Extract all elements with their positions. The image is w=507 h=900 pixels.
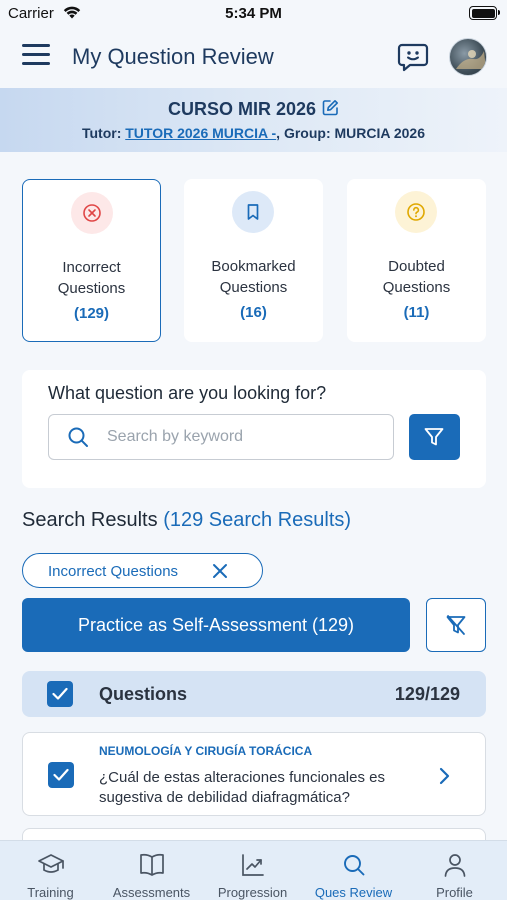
question-circle-icon (395, 191, 437, 233)
search-input[interactable] (107, 425, 377, 449)
tab-training[interactable]: Training (0, 841, 101, 900)
question-checkbox[interactable] (48, 762, 74, 788)
search-icon (67, 426, 89, 453)
questions-header: Questions 129/129 (22, 671, 486, 717)
filter-icon (424, 428, 444, 446)
incorrect-questions-card[interactable]: Incorrect Questions (129) (22, 179, 161, 342)
course-meta: Tutor: TUTOR 2026 MURCIA -, Group: MURCI… (0, 125, 507, 141)
tab-bar: Training Assessments Progression Ques Re… (0, 840, 507, 900)
course-name: CURSO MIR 2026 (167, 99, 317, 119)
tutor-link[interactable]: TUTOR 2026 MURCIA - (125, 125, 276, 141)
chart-icon (242, 854, 264, 876)
x-circle-icon (71, 192, 113, 234)
close-icon[interactable] (211, 562, 229, 585)
course-banner: CURSO MIR 2026 Tutor: TUTOR 2026 MURCIA … (0, 88, 507, 152)
practice-self-assessment-button[interactable]: Practice as Self-Assessment (129) (22, 598, 410, 652)
check-icon (53, 768, 69, 781)
user-icon (444, 854, 466, 877)
stat-label: Doubted Questions (382, 258, 451, 296)
question-text: ¿Cuál de estas alteraciones funcionales … (99, 769, 385, 806)
questions-label: Questions (99, 684, 188, 704)
select-all-checkbox[interactable] (47, 681, 73, 707)
tab-label: Progression (217, 885, 288, 900)
results-heading: Search Results (129 Search Results) (22, 509, 351, 532)
book-icon (140, 853, 164, 876)
search-icon (344, 855, 365, 876)
filter-off-icon (446, 615, 466, 635)
doubted-questions-card[interactable]: Doubted Questions (11) (347, 179, 486, 342)
bookmark-icon (232, 191, 274, 233)
page-title: My Question Review (72, 44, 274, 69)
status-bar: Carrier 5:34 PM (0, 0, 507, 30)
search-heading: What question are you looking for? (48, 383, 327, 403)
tab-ques-review[interactable]: Ques Review (303, 841, 404, 900)
tab-label: Training (27, 885, 74, 900)
active-filter-chip[interactable]: Incorrect Questions (22, 553, 263, 588)
tab-progression[interactable]: Progression (202, 841, 303, 900)
tutor-label: Tutor: (81, 125, 122, 141)
chevron-right-icon[interactable] (438, 766, 452, 791)
check-icon (52, 687, 68, 700)
stat-count: (129) (73, 305, 110, 322)
stat-count: (16) (240, 304, 267, 321)
questions-count: 129/129 (394, 684, 460, 704)
avatar[interactable] (449, 38, 487, 76)
results-count: (129 Search Results) (163, 509, 352, 531)
filter-button[interactable] (409, 414, 460, 460)
stat-label: Incorrect Questions (57, 259, 126, 297)
search-box[interactable] (48, 414, 394, 460)
group-name: MURCIA 2026 (334, 125, 426, 141)
tab-assessments[interactable]: Assessments (101, 841, 202, 900)
chip-label: Incorrect Questions (48, 563, 179, 580)
course-title: CURSO MIR 2026 (0, 99, 507, 121)
question-item[interactable]: NEUMOLOGÍA Y CIRUGÍA TORÁCICA ¿Cuál de e… (22, 732, 486, 816)
question-category: NEUMOLOGÍA Y CIRUGÍA TORÁCICA (99, 744, 313, 758)
app-header: My Question Review (0, 30, 507, 86)
battery-icon (469, 6, 500, 20)
chat-icon[interactable] (397, 42, 429, 72)
group-label: , Group: (276, 125, 331, 141)
bookmarked-questions-card[interactable]: Bookmarked Questions (16) (184, 179, 323, 342)
tab-label: Assessments (112, 885, 191, 900)
stat-count: (11) (403, 304, 430, 321)
tab-profile[interactable]: Profile (404, 841, 505, 900)
stat-label: Bookmarked Questions (211, 258, 296, 296)
edit-icon[interactable] (322, 99, 339, 121)
menu-button[interactable] (22, 44, 50, 68)
clear-filter-button[interactable] (426, 598, 486, 652)
tab-label: Ques Review (314, 885, 393, 900)
clock: 5:34 PM (225, 5, 282, 22)
tab-label: Profile (436, 885, 473, 900)
mortarboard-icon (38, 854, 64, 873)
search-panel: What question are you looking for? (22, 370, 486, 488)
results-label: Search Results (22, 509, 158, 531)
